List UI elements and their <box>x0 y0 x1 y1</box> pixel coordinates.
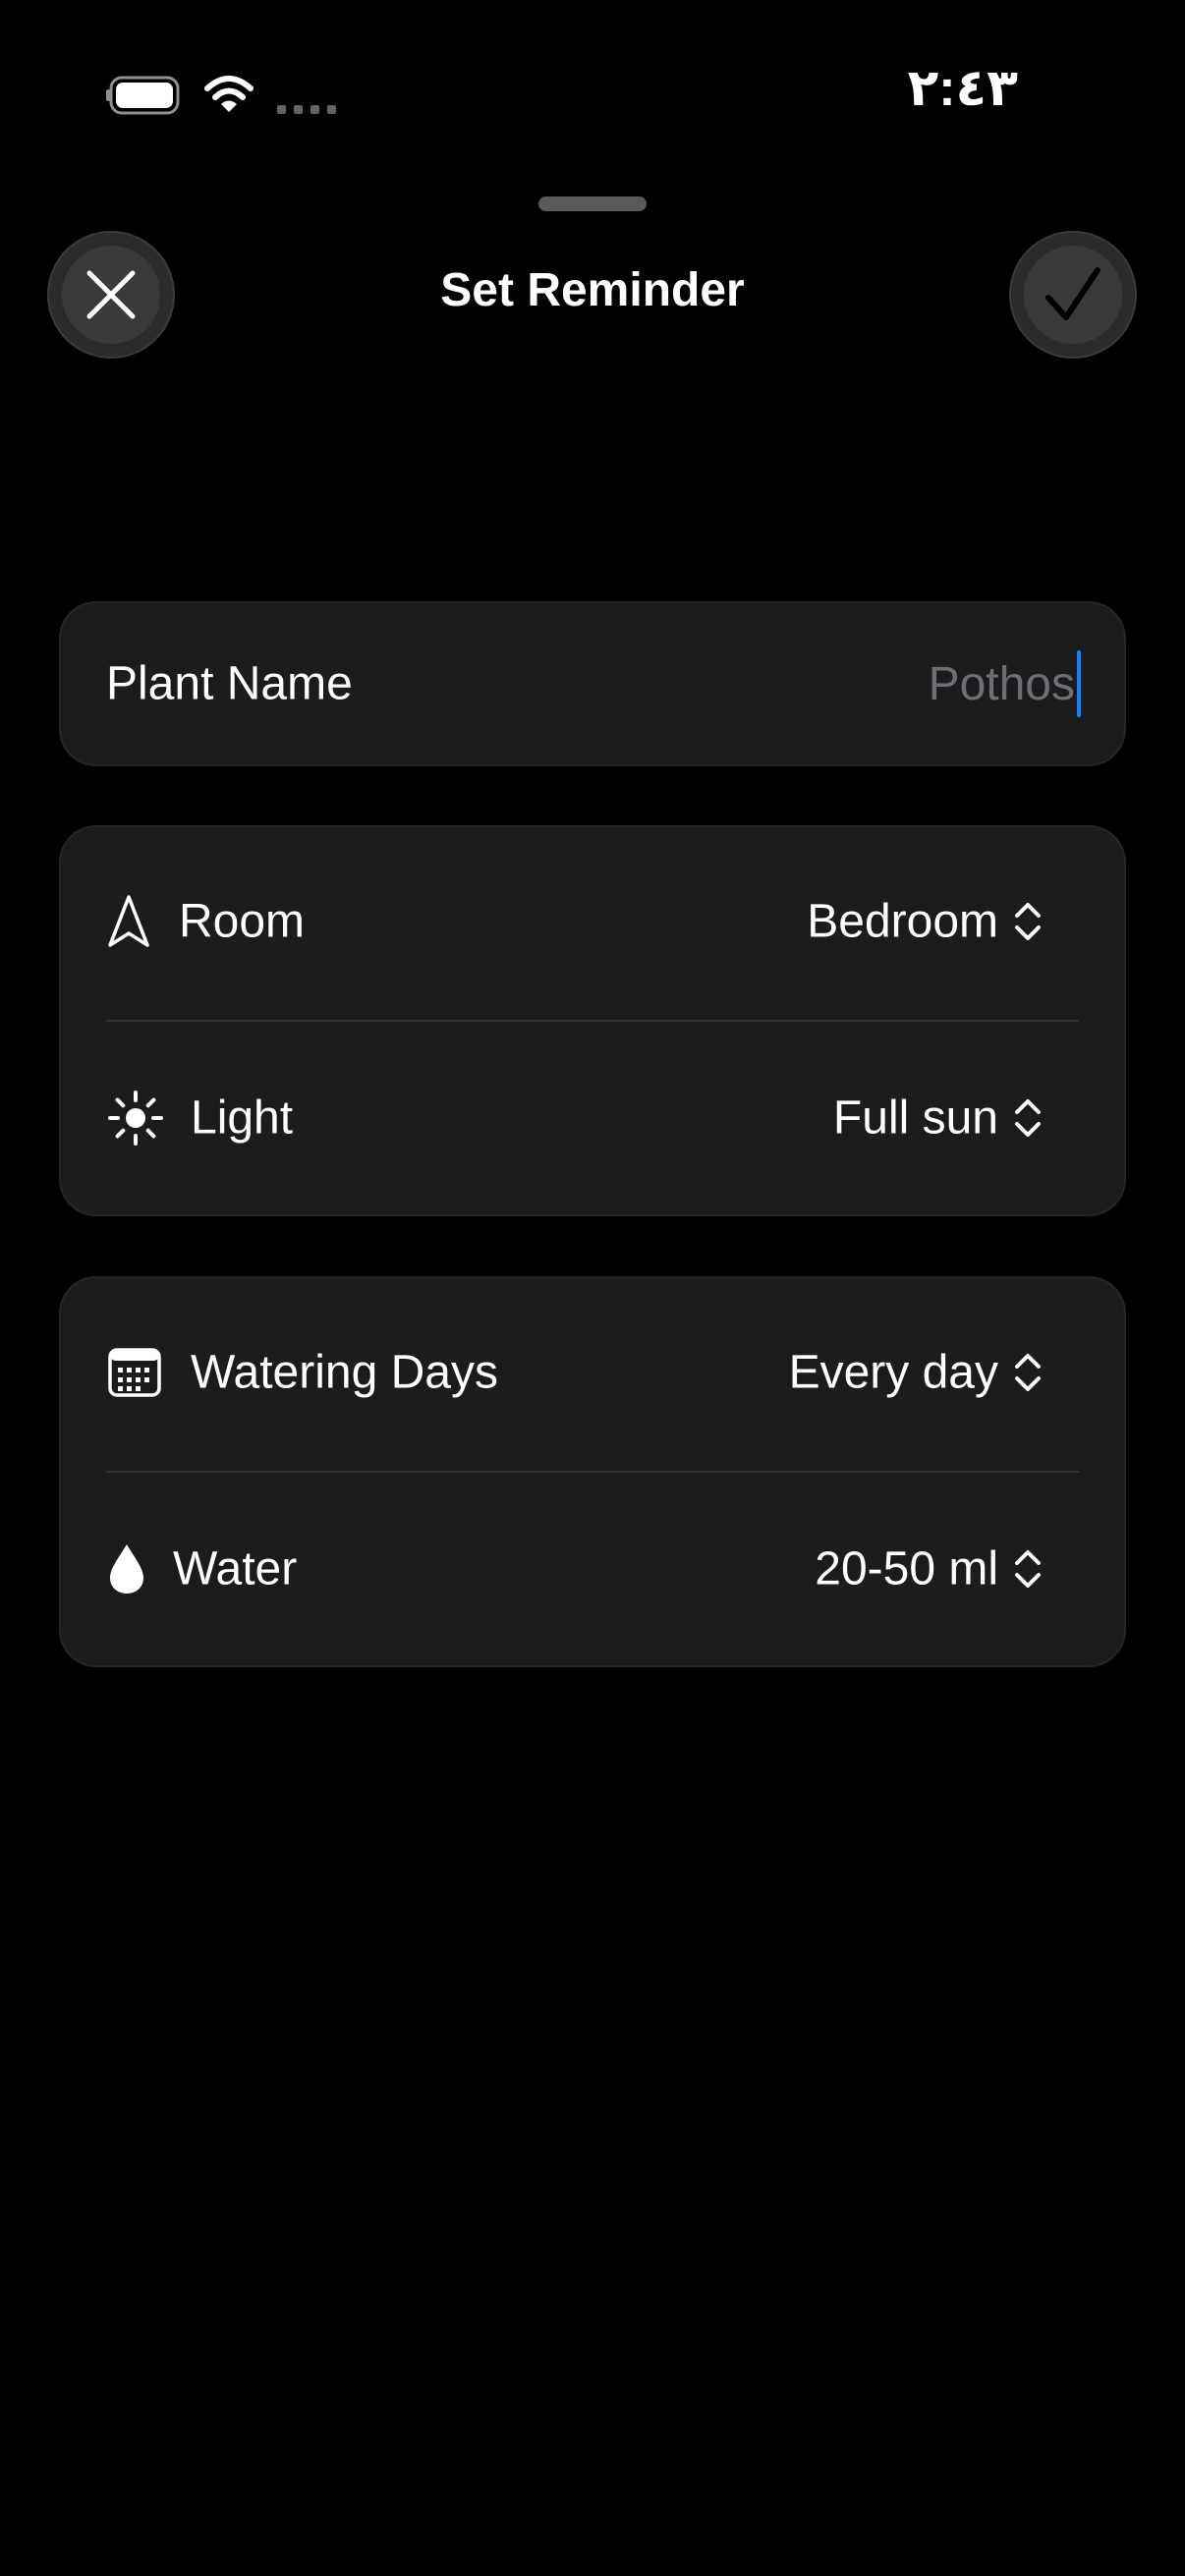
water-value[interactable]: 20-50 ml <box>815 1542 998 1596</box>
room-row[interactable]: Room Bedroom <box>59 825 1126 1018</box>
location-arrow-icon <box>108 895 149 947</box>
calendar-icon <box>108 1348 161 1397</box>
room-label: Room <box>179 895 306 948</box>
watering-days-value[interactable]: Every day <box>789 1346 998 1400</box>
light-row[interactable]: Light Full sun <box>59 1022 1126 1214</box>
chevron-up-down-icon <box>1015 903 1041 940</box>
chevron-up-down-icon <box>1015 1354 1041 1391</box>
watering-days-row[interactable]: Watering Days Every day <box>59 1276 1126 1469</box>
sheet-grabber[interactable] <box>538 196 647 211</box>
location-card: Room Bedroom Light Full sun <box>59 825 1126 1216</box>
plant-name-card: Plant Name <box>59 601 1126 766</box>
room-value[interactable]: Bedroom <box>807 895 998 949</box>
plant-name-input[interactable] <box>682 649 1081 718</box>
water-drop-icon <box>110 1544 143 1594</box>
light-label: Light <box>191 1092 294 1145</box>
status-time: ٢:٤٣ <box>907 60 1018 117</box>
water-label: Water <box>173 1542 298 1596</box>
status-bar: ٢:٤٣ <box>0 0 1185 187</box>
page-title: Set Reminder <box>440 264 745 316</box>
checkmark-icon <box>1045 267 1100 320</box>
wifi-icon <box>204 76 254 112</box>
watering-card: Watering Days Every day Water 20-50 ml <box>59 1276 1126 1667</box>
chevron-up-down-icon <box>1015 1550 1041 1588</box>
sun-icon <box>108 1091 163 1146</box>
watering-days-label: Watering Days <box>191 1346 498 1399</box>
light-value[interactable]: Full sun <box>833 1092 998 1146</box>
confirm-button-inner <box>1024 246 1122 344</box>
battery-icon <box>106 76 180 115</box>
water-row[interactable]: Water 20-50 ml <box>59 1473 1126 1665</box>
confirm-button[interactable] <box>1009 231 1137 359</box>
plant-name-label: Plant Name <box>106 657 353 710</box>
chevron-up-down-icon <box>1015 1099 1041 1137</box>
text-caret <box>1077 650 1081 717</box>
cellular-signal-icon <box>277 105 336 114</box>
